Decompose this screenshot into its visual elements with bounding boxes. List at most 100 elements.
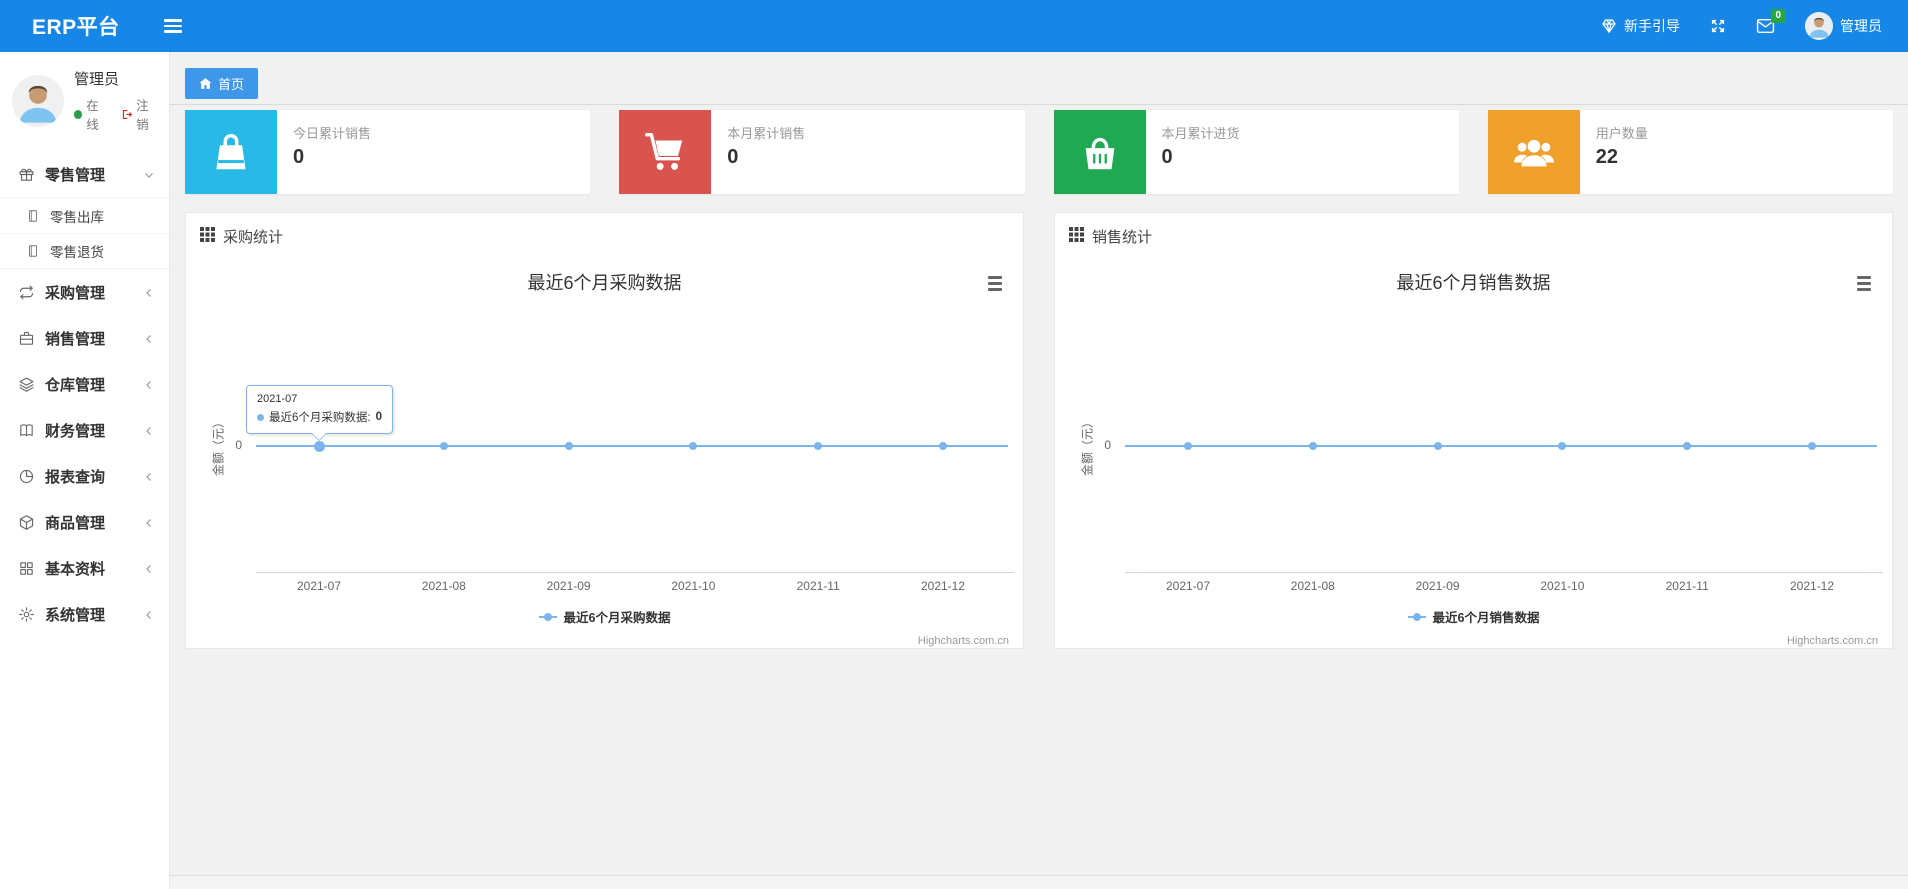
sidebar-toggle-icon[interactable] bbox=[163, 19, 182, 33]
grid-icon bbox=[18, 560, 35, 577]
sidebar-item-label: 基本资料 bbox=[45, 560, 106, 578]
sidebar-subitem-label: 零售出库 bbox=[50, 209, 104, 225]
pie-icon bbox=[18, 468, 35, 485]
grid-icon bbox=[1069, 226, 1084, 247]
x-axis-tick: 2021-11 bbox=[796, 579, 840, 593]
gem-icon bbox=[1601, 18, 1617, 34]
users-icon bbox=[1487, 110, 1580, 194]
sales-stats-panel: 销售统计 最近6个月销售数据 金额（元） 0 2021-07 2021-08 2021-0… bbox=[1054, 212, 1893, 649]
sidebar-item[interactable]: 基本资料 bbox=[0, 545, 169, 591]
online-status-label: 在线 bbox=[86, 99, 99, 132]
data-point[interactable] bbox=[439, 442, 448, 450]
sidebar-item[interactable]: 报表查询 bbox=[0, 453, 169, 499]
sidebar-item-label: 销售管理 bbox=[45, 330, 106, 348]
data-point[interactable] bbox=[1683, 442, 1692, 450]
loop-icon bbox=[18, 284, 35, 301]
chart-tooltip: 2021-07 最近6个月采购数据: 0 bbox=[246, 385, 393, 441]
sidebar-submenu: 零售出库零售退货 bbox=[0, 197, 169, 269]
x-axis-tick: 2021-08 bbox=[421, 579, 466, 593]
highcharts-credits[interactable]: Highcharts.com.cn bbox=[918, 635, 1009, 647]
stat-card[interactable]: 本月累计进货 0 bbox=[1053, 110, 1459, 194]
cart-icon bbox=[619, 110, 712, 194]
stat-card-label: 用户数量 bbox=[1595, 126, 1648, 141]
sidebar-item-label: 商品管理 bbox=[45, 514, 106, 532]
x-axis-tick: 2021-07 bbox=[1165, 579, 1211, 593]
legend-marker-icon bbox=[1407, 612, 1426, 622]
sidebar-item[interactable]: 仓库管理 bbox=[0, 361, 169, 407]
legend-item[interactable]: 最近6个月采购数据 bbox=[186, 607, 1023, 626]
sidebar-item[interactable]: 财务管理 bbox=[0, 407, 169, 453]
top-navbar: ERP平台 新手引导 0 管理员 bbox=[0, 0, 1908, 52]
data-point[interactable] bbox=[1308, 442, 1317, 450]
data-point[interactable] bbox=[814, 442, 823, 450]
tab-home[interactable]: 首页 bbox=[185, 68, 259, 99]
stat-card[interactable]: 用户数量 22 bbox=[1487, 110, 1893, 194]
stat-card-label: 本月累计销售 bbox=[727, 126, 806, 141]
highcharts-credits[interactable]: Highcharts.com.cn bbox=[1787, 635, 1878, 647]
sidebar-item[interactable]: 系统管理 bbox=[0, 591, 169, 637]
chevron-left-icon bbox=[143, 378, 155, 390]
chart-context-menu-icon[interactable] bbox=[985, 273, 1005, 294]
sidebar-menu: 零售管理零售出库零售退货采购管理销售管理仓库管理 财务管理 报表查询商品管理基本资料… bbox=[0, 151, 169, 637]
chart-title: 最近6个月销售数据 bbox=[1396, 273, 1551, 293]
chevron-left-icon bbox=[143, 332, 155, 344]
data-point[interactable] bbox=[1808, 442, 1816, 450]
user-name: 管理员 bbox=[1840, 18, 1882, 34]
x-axis-tick: 2021-10 bbox=[1540, 579, 1585, 593]
logout-label: 注销 bbox=[136, 99, 149, 132]
x-axis-tick: 2021-07 bbox=[296, 579, 342, 593]
x-axis-tick: 2021-10 bbox=[671, 579, 716, 593]
chart-context-menu-icon[interactable] bbox=[1854, 273, 1874, 294]
data-point[interactable] bbox=[689, 442, 698, 450]
tooltip-value: 0 bbox=[375, 411, 382, 423]
chart-panels-row: 采购统计 最近6个月采购数据 金额（元） 0 2021-07 2021-08 2021-0… bbox=[170, 212, 1908, 649]
logout-button[interactable]: 注销 bbox=[121, 95, 159, 133]
guide-button[interactable]: 新手引导 bbox=[1601, 16, 1680, 36]
y-axis-tick: 0 bbox=[1104, 438, 1111, 452]
tooltip-category: 2021-07 bbox=[257, 393, 298, 405]
chevron-left-icon bbox=[143, 424, 155, 436]
legend-label: 最近6个月采购数据 bbox=[563, 611, 671, 625]
stat-card[interactable]: 今日累计销售 0 bbox=[185, 110, 591, 194]
data-point[interactable] bbox=[564, 442, 573, 450]
legend-item[interactable]: 最近6个月销售数据 bbox=[1055, 607, 1892, 626]
purchase-stats-panel: 采购统计 最近6个月采购数据 金额（元） 0 2021-07 2021-08 2021-0… bbox=[185, 212, 1024, 649]
data-point[interactable] bbox=[1558, 442, 1567, 450]
messages-button[interactable]: 0 bbox=[1756, 9, 1785, 34]
sidebar: 管理员 在线 注销 零售管理零售出库零售退货采购管理销售管理仓库管理 财务管理 报表… bbox=[0, 52, 170, 889]
chevron-left-icon bbox=[143, 608, 155, 620]
user-menu[interactable]: 管理员 bbox=[1805, 12, 1882, 40]
stat-card-value: 0 bbox=[293, 146, 305, 168]
sidebar-item[interactable]: 采购管理 bbox=[0, 269, 169, 315]
fullscreen-button[interactable] bbox=[1710, 18, 1726, 34]
chevron-left-icon bbox=[143, 516, 155, 528]
y-axis-tick: 0 bbox=[235, 438, 242, 452]
cube-icon bbox=[18, 514, 35, 531]
gear-icon bbox=[18, 606, 35, 623]
stat-card[interactable]: 本月累计销售 0 bbox=[619, 110, 1025, 194]
data-point[interactable] bbox=[313, 440, 325, 452]
data-point[interactable] bbox=[1184, 442, 1192, 450]
sidebar-subitem[interactable]: 零售退货 bbox=[0, 233, 169, 269]
sidebar-item[interactable]: 零售管理 bbox=[0, 151, 169, 197]
sidebar-subitem[interactable]: 零售出库 bbox=[0, 197, 169, 233]
doc-icon bbox=[26, 244, 40, 258]
purchase-line-chart: 最近6个月采购数据 金额（元） 0 2021-07 2021-08 2021-09 2021… bbox=[186, 257, 1023, 652]
chart-title: 最近6个月采购数据 bbox=[527, 273, 682, 293]
book-icon bbox=[18, 422, 35, 439]
tab-bar: 首页 bbox=[170, 52, 1908, 105]
doc-icon bbox=[26, 209, 40, 223]
stat-card-value: 0 bbox=[1161, 146, 1173, 168]
sidebar-item[interactable]: 销售管理 bbox=[0, 315, 169, 361]
sidebar-user-name: 管理员 bbox=[74, 71, 120, 88]
grid-icon bbox=[200, 226, 215, 247]
chevron-left-icon bbox=[143, 470, 155, 482]
stat-card-value: 22 bbox=[1595, 146, 1618, 168]
stat-card-label: 今日累计销售 bbox=[293, 126, 372, 141]
x-axis-line bbox=[1125, 572, 1883, 573]
data-point[interactable] bbox=[939, 442, 947, 450]
sidebar-item-label: 系统管理 bbox=[45, 606, 106, 624]
sidebar-item-label: 采购管理 bbox=[45, 284, 106, 302]
data-point[interactable] bbox=[1433, 442, 1442, 450]
sidebar-item[interactable]: 商品管理 bbox=[0, 499, 169, 545]
